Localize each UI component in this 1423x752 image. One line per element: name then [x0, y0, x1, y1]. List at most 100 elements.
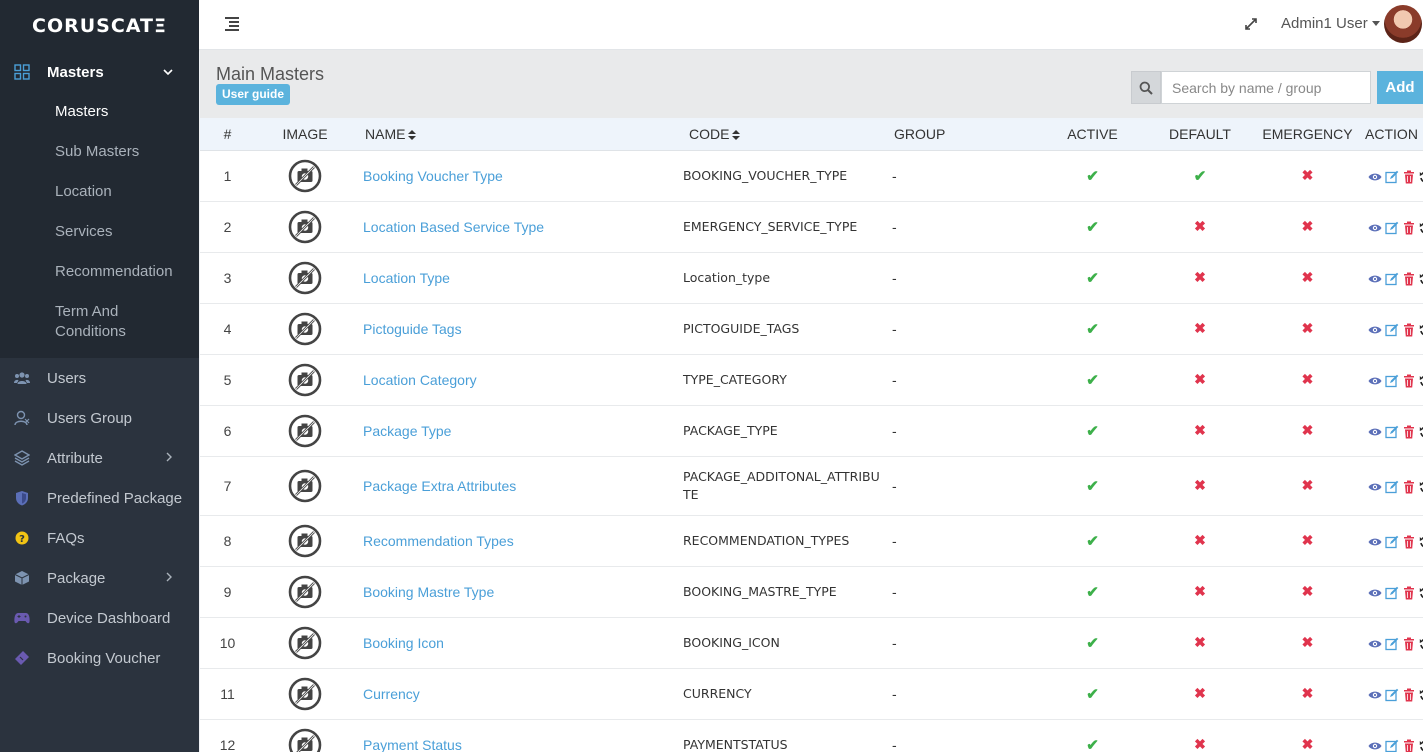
- delete-icon[interactable]: [1402, 739, 1416, 752]
- edit-icon[interactable]: [1385, 480, 1399, 494]
- row-name-link[interactable]: Booking Mastre Type: [355, 566, 675, 617]
- history-icon[interactable]: [1419, 170, 1423, 184]
- delete-icon[interactable]: [1402, 535, 1416, 549]
- sidebar-item-device-dashboard[interactable]: Device Dashboard: [0, 598, 199, 638]
- history-icon[interactable]: [1419, 221, 1423, 235]
- sort-icon[interactable]: [732, 130, 741, 141]
- edit-icon[interactable]: [1385, 323, 1399, 337]
- row-number: 1: [223, 167, 232, 184]
- ticket-icon: [14, 650, 30, 666]
- view-icon[interactable]: [1368, 272, 1382, 286]
- delete-icon[interactable]: [1402, 170, 1416, 184]
- fullscreen-icon[interactable]: [1243, 16, 1259, 32]
- submenu-item-location[interactable]: Location: [0, 172, 199, 212]
- sidebar-item-predefined-package[interactable]: Predefined Package: [0, 478, 199, 518]
- add-button[interactable]: Add: [1377, 71, 1423, 104]
- history-icon[interactable]: [1419, 323, 1423, 337]
- row-name-link[interactable]: Recommendation Types: [355, 515, 675, 566]
- sidebar-item-package[interactable]: Package: [0, 558, 199, 598]
- no-image-icon: [288, 728, 322, 752]
- view-icon[interactable]: [1368, 170, 1382, 184]
- edit-icon[interactable]: [1385, 637, 1399, 651]
- row-name-link[interactable]: Package Type: [355, 405, 675, 456]
- chevron-right-icon: [165, 571, 173, 585]
- view-icon[interactable]: [1368, 688, 1382, 702]
- edit-icon[interactable]: [1385, 425, 1399, 439]
- submenu-item-services[interactable]: Services: [0, 212, 199, 252]
- sidebar-item-faqs[interactable]: ? FAQs: [0, 518, 199, 558]
- row-name-link[interactable]: Pictoguide Tags: [355, 303, 675, 354]
- history-icon[interactable]: [1419, 739, 1423, 752]
- chevron-down-icon: [163, 65, 173, 79]
- edit-icon[interactable]: [1385, 272, 1399, 286]
- sidebar-item-booking-voucher[interactable]: Booking Voucher: [0, 638, 199, 678]
- row-name-link[interactable]: Payment Status: [355, 719, 675, 752]
- sidebar-item-masters[interactable]: Masters: [0, 52, 199, 92]
- sidebar-item-users[interactable]: Users: [0, 358, 199, 398]
- sort-icon[interactable]: [408, 130, 417, 141]
- delete-icon[interactable]: [1402, 425, 1416, 439]
- view-icon[interactable]: [1368, 739, 1382, 752]
- view-icon[interactable]: [1368, 425, 1382, 439]
- menu-toggle-icon[interactable]: [225, 17, 241, 31]
- edit-icon[interactable]: [1385, 221, 1399, 235]
- edit-icon[interactable]: [1385, 586, 1399, 600]
- column-header-code[interactable]: CODE: [675, 118, 890, 151]
- edit-icon[interactable]: [1385, 535, 1399, 549]
- history-icon[interactable]: [1419, 535, 1423, 549]
- history-icon[interactable]: [1419, 425, 1423, 439]
- delete-icon[interactable]: [1402, 688, 1416, 702]
- row-name-link[interactable]: Booking Voucher Type: [355, 150, 675, 201]
- column-header-name[interactable]: NAME: [355, 118, 675, 151]
- delete-icon[interactable]: [1402, 637, 1416, 651]
- sidebar-item-attribute[interactable]: Attribute: [0, 438, 199, 478]
- submenu-item-masters[interactable]: Masters: [0, 92, 199, 132]
- sidebar-item-users-group[interactable]: Users Group: [0, 398, 199, 438]
- history-icon[interactable]: [1419, 688, 1423, 702]
- view-icon[interactable]: [1368, 637, 1382, 651]
- delete-icon[interactable]: [1402, 480, 1416, 494]
- brand-logo[interactable]: CORUSCATΞ: [0, 0, 199, 52]
- view-icon[interactable]: [1368, 586, 1382, 600]
- history-icon[interactable]: [1419, 637, 1423, 651]
- row-name-link[interactable]: Location Based Service Type: [355, 201, 675, 252]
- row-name-link[interactable]: Location Type: [355, 252, 675, 303]
- row-name-link[interactable]: Package Extra Attributes: [355, 456, 675, 515]
- history-icon[interactable]: [1419, 586, 1423, 600]
- delete-icon[interactable]: [1402, 323, 1416, 337]
- history-icon[interactable]: [1419, 480, 1423, 494]
- submenu-item-terms[interactable]: Term And Conditions: [0, 292, 160, 352]
- history-icon[interactable]: [1419, 272, 1423, 286]
- view-icon[interactable]: [1368, 374, 1382, 388]
- delete-icon[interactable]: [1402, 272, 1416, 286]
- column-header: #: [200, 118, 255, 151]
- page-title: Main Masters: [216, 64, 325, 84]
- delete-icon[interactable]: [1402, 221, 1416, 235]
- masters-table: # IMAGE NAME CODE GROUP ACTIVE DEFAULT E…: [200, 118, 1423, 752]
- edit-icon[interactable]: [1385, 739, 1399, 752]
- avatar[interactable]: [1384, 5, 1422, 43]
- user-menu-name[interactable]: Admin1 User: [1281, 15, 1368, 32]
- edit-icon[interactable]: [1385, 374, 1399, 388]
- row-group: -: [892, 532, 897, 549]
- search-input[interactable]: [1161, 71, 1371, 104]
- view-icon[interactable]: [1368, 535, 1382, 549]
- view-icon[interactable]: [1368, 480, 1382, 494]
- delete-icon[interactable]: [1402, 374, 1416, 388]
- search-icon[interactable]: [1131, 71, 1161, 104]
- caret-down-icon[interactable]: [1372, 21, 1380, 26]
- row-name-link[interactable]: Booking Icon: [355, 617, 675, 668]
- row-image-cell: [255, 719, 355, 752]
- row-name-link[interactable]: Location Category: [355, 354, 675, 405]
- view-icon[interactable]: [1368, 323, 1382, 337]
- user-guide-button[interactable]: User guide: [216, 84, 291, 105]
- submenu-item-recommendation[interactable]: Recommendation: [0, 252, 199, 292]
- delete-icon[interactable]: [1402, 586, 1416, 600]
- edit-icon[interactable]: [1385, 170, 1399, 184]
- edit-icon[interactable]: [1385, 688, 1399, 702]
- submenu-item-sub-masters[interactable]: Sub Masters: [0, 132, 199, 172]
- row-image-cell: [255, 515, 355, 566]
- view-icon[interactable]: [1368, 221, 1382, 235]
- row-name-link[interactable]: Currency: [355, 668, 675, 719]
- history-icon[interactable]: [1419, 374, 1423, 388]
